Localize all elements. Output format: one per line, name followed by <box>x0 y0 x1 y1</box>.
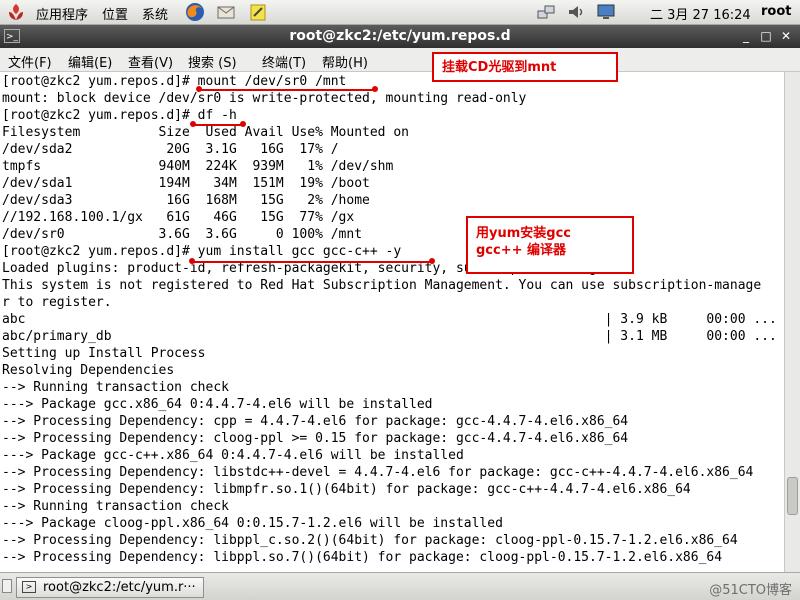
terminal-line: [root@zkc2 yum.repos.d]# df -h <box>2 108 237 123</box>
terminal-line: tmpfs 940M 224K 939M 1% /dev/shm <box>2 159 394 174</box>
window-title: root@zkc2:/etc/yum.repos.d <box>289 28 511 44</box>
terminal-line: //192.168.100.1/gx 61G 46G 15G 77% /gx <box>2 210 355 225</box>
menu-view[interactable]: 查看(V) <box>128 52 173 71</box>
annotation-yum-callout: 用yum安装gcc gcc++ 编译器 <box>466 216 634 274</box>
watermark: @51CTO博客 <box>709 583 792 598</box>
window-titlebar[interactable]: >_ root@zkc2:/etc/yum.repos.d _ □ ✕ <box>0 25 800 48</box>
annotation-dot <box>189 258 195 264</box>
terminal-line: --> Processing Dependency: libppl_c.so.2… <box>2 533 738 548</box>
annotation-underline-df <box>192 124 244 126</box>
terminal-line: /dev/sda2 20G 3.1G 16G 17% / <box>2 142 339 157</box>
taskbar-window-label: root@zkc2:/etc/yum.r··· <box>43 580 196 595</box>
menu-places[interactable]: 位置 <box>102 4 128 23</box>
menu-applications[interactable]: 应用程序 <box>36 4 88 23</box>
annotation-dot <box>240 121 246 127</box>
terminal-line: /dev/sda1 194M 34M 151M 19% /boot <box>2 176 370 191</box>
network-icon[interactable] <box>536 2 556 22</box>
firefox-icon[interactable] <box>185 2 205 22</box>
minimize-icon[interactable]: _ <box>738 29 754 43</box>
terminal-line: abc | 3.9 kB 00:00 ... <box>2 312 777 327</box>
maximize-icon[interactable]: □ <box>758 29 774 43</box>
annotation-underline-mount <box>200 89 376 91</box>
terminal-line: [root@zkc2 yum.repos.d]# yum install gcc… <box>2 244 402 259</box>
terminal-line: /dev/sda3 16G 168M 15G 2% /home <box>2 193 370 208</box>
terminal-line: --> Processing Dependency: cpp = 4.4.7-4… <box>2 414 629 429</box>
terminal-line: /dev/sr0 3.6G 3.6G 0 100% /mnt <box>2 227 363 242</box>
terminal-line: mount: block device /dev/sr0 is write-pr… <box>2 91 527 106</box>
terminal-output[interactable]: [root@zkc2 yum.repos.d]# mount /dev/sr0 … <box>0 72 784 572</box>
annotation-dot <box>429 258 435 264</box>
notes-icon[interactable] <box>248 2 268 22</box>
menu-search[interactable]: 搜索 (S) <box>188 52 237 71</box>
annotation-dot <box>190 121 196 127</box>
close-icon[interactable]: ✕ <box>778 29 794 43</box>
show-desktop-icon[interactable] <box>2 579 12 593</box>
terminal-line: Setting up Install Process <box>2 346 206 361</box>
menu-file[interactable]: 文件(F) <box>8 52 52 71</box>
terminal-line: ---> Package cloog-ppl.x86_64 0:0.15.7-1… <box>2 516 503 531</box>
menu-system[interactable]: 系统 <box>142 4 168 23</box>
terminal-line: ---> Package gcc-c++.x86_64 0:4.4.7-4.el… <box>2 448 464 463</box>
terminal-line: --> Running transaction check <box>2 380 229 395</box>
terminal-line: Filesystem Size Used Avail Use% Mounted … <box>2 125 409 140</box>
terminal-line: abc/primary_db | 3.1 MB 00:00 ... <box>2 329 777 344</box>
bottom-panel: > root@zkc2:/etc/yum.r··· @51CTO博客 <box>0 572 800 600</box>
terminal-line: [root@zkc2 yum.repos.d]# mount /dev/sr0 … <box>2 74 347 89</box>
terminal-line: Resolving Dependencies <box>2 363 175 378</box>
mail-icon[interactable] <box>216 2 236 22</box>
menu-terminal[interactable]: 终端(T) <box>262 52 306 71</box>
terminal-line: ---> Package gcc.x86_64 0:4.4.7-4.el6 wi… <box>2 397 433 412</box>
terminal-line: This system is not registered to Red Hat… <box>2 278 762 293</box>
scrollbar-thumb[interactable] <box>787 477 798 515</box>
user-menu[interactable]: root <box>761 4 792 19</box>
menu-help[interactable]: 帮助(H) <box>322 52 368 71</box>
terminal-line: --> Processing Dependency: libppl.so.7()… <box>2 550 723 565</box>
terminal-line: --> Processing Dependency: cloog-ppl >= … <box>2 431 629 446</box>
menubar: 文件(F) 编辑(E) 查看(V) 搜索 (S) 终端(T) 帮助(H) <box>0 48 800 72</box>
volume-icon[interactable] <box>566 2 586 22</box>
terminal-line: --> Running transaction check <box>2 499 229 514</box>
annotation-dot <box>196 86 202 92</box>
terminal-scrollbar[interactable] <box>784 72 800 572</box>
annotation-dot <box>372 86 378 92</box>
taskbar-window-button[interactable]: > root@zkc2:/etc/yum.r··· <box>16 577 204 598</box>
terminal-line: --> Processing Dependency: libstdc++-dev… <box>2 465 754 480</box>
terminal-icon: > <box>22 581 36 593</box>
display-icon[interactable] <box>596 2 616 22</box>
annotation-mount-callout: 挂载CD光驱到mnt <box>432 52 618 82</box>
annotation-underline-yum <box>192 261 432 263</box>
clock[interactable]: 二 3月 27 16:24 <box>650 4 751 23</box>
terminal-line: --> Processing Dependency: libmpfr.so.1(… <box>2 482 691 497</box>
terminal-line: r to register. <box>2 295 112 310</box>
top-panel: 应用程序 位置 系统 二 3月 27 16:24 root <box>0 0 800 25</box>
applications-menu-icon[interactable] <box>6 2 26 22</box>
menu-edit[interactable]: 编辑(E) <box>68 52 112 71</box>
